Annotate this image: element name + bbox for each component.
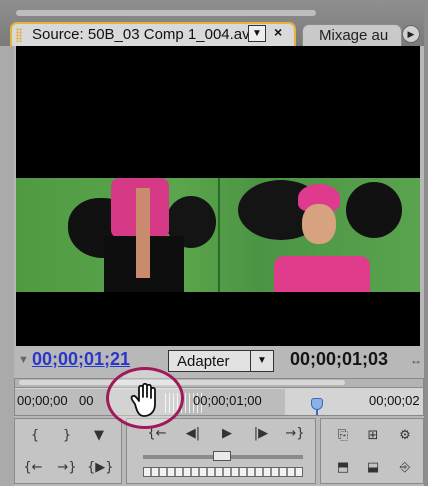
shuttle-thumb[interactable] [213, 451, 231, 461]
dancer-right-top [274, 256, 370, 292]
panel-menu-icon[interactable]: ▶ [402, 25, 420, 43]
grip-icon[interactable] [16, 28, 22, 42]
source-monitor-panel: Source: 50B_03 Comp 1_004.avi ▼ × Mixage… [0, 0, 428, 486]
marker-controls: { } ▼ {← →} {▶} [14, 418, 122, 484]
shuttle-slider[interactable] [143, 451, 303, 461]
video-frame-image [16, 178, 420, 292]
go-to-out-button[interactable]: →} [55, 457, 79, 479]
expand-icon[interactable]: ↔ [410, 353, 422, 367]
jog-wheel[interactable] [143, 467, 303, 477]
overlay-icon[interactable]: ⬓ [361, 457, 385, 479]
dancer-right-hair-right [346, 182, 402, 238]
safe-margins-icon[interactable]: ⊞ [361, 425, 385, 447]
dancer-right-face [302, 204, 336, 244]
ruler-label: 00;00;00 [17, 393, 68, 408]
zoom-fit-value: Adapter [177, 353, 230, 370]
mark-out-button[interactable]: } [55, 425, 79, 447]
panel-border-left [0, 46, 14, 486]
step-back-button[interactable]: ◀| [181, 423, 205, 445]
settings-icon[interactable]: ⚙ [393, 425, 417, 447]
insert-icon[interactable]: ⬒ [331, 457, 355, 479]
go-to-in-button[interactable]: {← [21, 457, 45, 479]
ruler-label: 00 [79, 393, 94, 408]
edit-controls: ⎘ ⊞ ⚙ ⬒ ⬓ ⎆ [320, 418, 424, 484]
duration-timecode: 00;00;01;03 [290, 349, 389, 369]
current-timecode[interactable]: 00;00;01;21 [32, 349, 130, 370]
close-icon[interactable]: × [274, 24, 282, 40]
video-monitor [16, 46, 420, 346]
ruler-label: 00;00;01;00 [193, 393, 262, 408]
hand-callout-highlight [106, 367, 184, 429]
tab-audio-mixer-label: Mixage au [319, 27, 389, 44]
triangle-marker-icon: ▼ [18, 354, 29, 366]
transport-controls: { } ▼ {← →} {▶} {← ◀| ▶ |▶ →} ⎘ ⊞ ⚙ ⬒ ⬓ … [14, 418, 424, 486]
output-icon[interactable]: ⎆ [393, 457, 417, 479]
zoom-scroll-bar[interactable] [15, 379, 423, 388]
step-forward-button[interactable]: |▶ [249, 423, 273, 445]
panel-tab-bar: Source: 50B_03 Comp 1_004.avi ▼ × Mixage… [0, 0, 428, 46]
zoom-fit-select[interactable]: Adapter ▼ [168, 350, 274, 372]
play-in-to-out-button[interactable]: {▶} [87, 457, 114, 479]
hand-icon [130, 382, 156, 417]
time-row: ▼ 00;00;01;21 Adapter ▼ 00;00;01;03 ↔ [0, 348, 428, 374]
dancer-left-arm [136, 188, 150, 278]
playhead-line [316, 409, 318, 415]
ruler-label: 00;00;02 [369, 393, 420, 408]
panel-border-right [424, 0, 428, 486]
chevron-down-icon[interactable]: ▼ [250, 351, 273, 371]
clip-dropdown-button[interactable]: ▼ [248, 25, 266, 42]
tab-source-label: Source: 50B_03 Comp 1_004.avi [32, 26, 253, 43]
tab-source[interactable]: Source: 50B_03 Comp 1_004.avi ▼ × [10, 22, 296, 46]
frame-divider [218, 178, 220, 292]
top-scroll-bar[interactable] [16, 10, 316, 16]
mark-in-button[interactable]: { [23, 425, 47, 447]
time-ruler[interactable]: 00;00;00 00 00;00;01;00 00;00;02 [14, 378, 424, 416]
play-button[interactable]: ▶ [215, 423, 239, 445]
tab-audio-mixer[interactable]: Mixage au [302, 24, 402, 46]
export-frame-icon[interactable]: ⎘ [331, 425, 355, 447]
zoom-scroll-thumb[interactable] [19, 380, 345, 385]
set-marker-button[interactable]: ▼ [87, 425, 111, 447]
go-to-next-marker-button[interactable]: →} [283, 423, 307, 445]
